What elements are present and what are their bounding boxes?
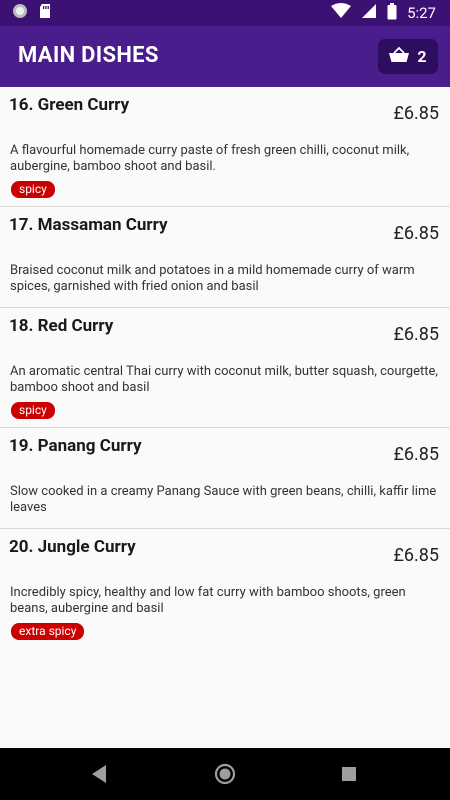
spice-badge: extra spicy [11,623,85,640]
item-name: 20. Jungle Curry [9,537,136,557]
spice-badge: spicy [11,181,55,198]
cart-count: 2 [417,47,427,66]
item-description: Slow cooked in a creamy Panang Sauce wit… [10,484,437,515]
cellular-icon [361,3,377,23]
spice-badge: spicy [11,402,55,419]
home-icon[interactable] [214,763,236,785]
system-nav-bar [0,748,450,800]
item-description: Incredibly spicy, healthy and low fat cu… [10,585,406,616]
item-price: £6.85 [393,103,439,124]
item-name: 16. Green Curry [9,95,130,115]
wifi-icon [331,3,352,23]
item-price: £6.85 [393,444,439,465]
item-price: £6.85 [393,223,439,244]
item-name: 18. Red Curry [9,316,114,336]
recents-icon[interactable] [341,766,357,782]
menu-item[interactable]: 17. Massaman Curry £6.85 Braised coconut… [0,207,450,308]
status-right: 5:27 [331,2,450,24]
back-icon[interactable] [90,764,108,784]
app-bar: MAIN DISHES 2 [0,26,450,87]
item-price: £6.85 [393,324,439,345]
item-description: Braised coconut milk and potatoes in a m… [10,263,415,294]
item-name: 17. Massaman Curry [9,215,168,235]
item-price: £6.85 [393,545,439,566]
item-name: 19. Panang Curry [9,436,142,456]
status-bar: 5:27 [0,0,450,26]
sd-card-icon [38,3,52,23]
item-description: An aromatic central Thai curry with coco… [10,364,438,395]
cart-button[interactable]: 2 [378,39,438,74]
status-time: 5:27 [407,4,436,22]
menu-item[interactable]: 20. Jungle Curry £6.85 Incredibly spicy,… [0,529,450,648]
menu-list: 16. Green Curry £6.85 A flavourful homem… [0,87,450,648]
menu-item[interactable]: 16. Green Curry £6.85 A flavourful homem… [0,87,450,207]
menu-item[interactable]: 19. Panang Curry £6.85 Slow cooked in a … [0,428,450,529]
battery-icon [387,2,397,24]
menu-item[interactable]: 18. Red Curry £6.85 An aromatic central … [0,308,450,428]
page-title: MAIN DISHES [18,43,159,68]
status-left [0,3,52,23]
item-description: A flavourful homemade curry paste of fre… [10,143,410,174]
notification-circle-icon [12,3,28,23]
basket-icon [389,46,410,67]
